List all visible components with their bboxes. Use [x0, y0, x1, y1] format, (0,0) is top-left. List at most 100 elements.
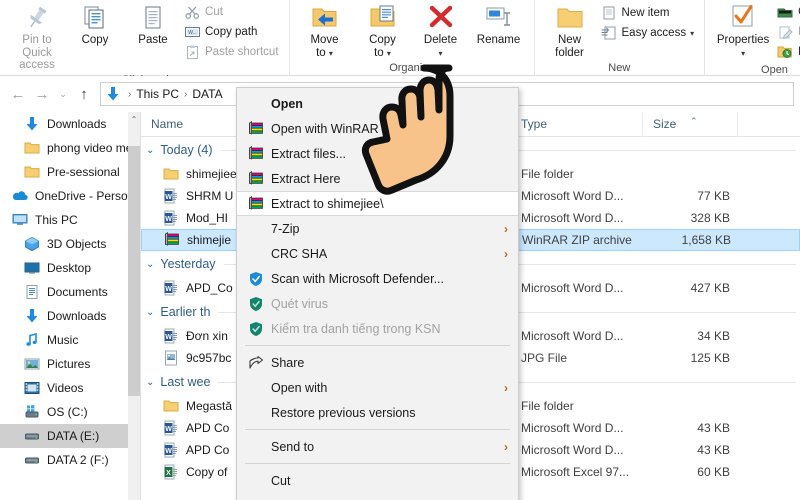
menu-item-7-zip[interactable]: 7-Zip ›	[237, 216, 518, 241]
sidebar-item-downloads[interactable]: Downloads	[0, 304, 140, 328]
edit-button[interactable]: Edit	[775, 22, 800, 42]
file-type-cell: Microsoft Word D...	[521, 421, 624, 435]
menu-item-open-with[interactable]: Open with ›	[237, 375, 518, 400]
menu-item-ki-m-tra-danh-ti-ng-trong-ksn[interactable]: Kiểm tra danh tiếng trong KSN	[237, 316, 518, 341]
pin-to-quick-access-button[interactable]: Pin to Quick access	[8, 1, 66, 72]
menu-item-open-with-winrar[interactable]: Open with WinRAR	[237, 116, 518, 141]
sidebar-item-downloads[interactable]: Downloads	[0, 112, 140, 136]
svg-text:W: W	[165, 216, 172, 223]
blank-icon	[243, 497, 269, 500]
sidebar-item-pre-sessional[interactable]: Pre-sessional	[0, 160, 140, 184]
breadcrumb-item-1[interactable]: DATA	[192, 87, 222, 101]
ribbon-group-clipboard: Pin to Quick access Copy Paste Cut W... …	[0, 0, 290, 86]
sidebar-item-3d-objects[interactable]: 3D Objects	[0, 232, 140, 256]
file-type-cell: Microsoft Word D...	[521, 443, 624, 457]
column-header-type[interactable]: Type	[511, 112, 643, 137]
recent-locations-button[interactable]: ⌄	[54, 82, 72, 106]
sidebar-item-this-pc[interactable]: This PC	[0, 208, 140, 232]
column-header-size[interactable]: Size ⌃	[643, 112, 738, 137]
file-type-cell: JPG File	[521, 351, 568, 365]
sidebar-item-documents[interactable]: Documents	[0, 280, 140, 304]
svg-text:W: W	[165, 286, 172, 293]
menu-item-share[interactable]: Share	[237, 350, 518, 375]
new-folder-button[interactable]: New folder	[541, 1, 599, 59]
menu-item-restore-previous-versions[interactable]: Restore previous versions	[237, 400, 518, 425]
forward-button[interactable]: →	[30, 82, 54, 106]
word-doc-icon: W	[161, 328, 181, 344]
file-size-cell: 43 KB	[697, 443, 730, 457]
menu-item-qu-t-virus[interactable]: Quét virus	[237, 291, 518, 316]
chevron-right-icon: ›	[504, 246, 508, 261]
sidebar-item-pictures[interactable]: Pictures	[0, 352, 140, 376]
copy-path-button[interactable]: W... Copy path	[182, 22, 283, 42]
sidebar-item-label: Pre-sessional	[47, 165, 120, 179]
menu-item-extract-to-shimejiee[interactable]: Extract to shimejiee\	[237, 191, 518, 216]
svg-text:X: X	[166, 470, 171, 477]
file-type-cell: Microsoft Word D...	[521, 329, 624, 343]
cut-button[interactable]: Cut	[182, 2, 283, 22]
file-name-label: APD Co	[186, 421, 230, 435]
scroll-up-arrow-icon[interactable]: ⌃	[128, 112, 140, 128]
pin-to-quick-access-label: Pin to Quick access	[19, 34, 55, 71]
breadcrumb-item-0[interactable]: This PC	[136, 87, 179, 101]
file-name-label: APD_Co	[186, 281, 233, 295]
sidebar-item-onedrive-person[interactable]: OneDrive - Person	[0, 184, 140, 208]
copy-to-button[interactable]: Copy to ▾	[354, 1, 412, 60]
ribbon-group-title-new: New	[608, 62, 631, 74]
menu-item-extract-here[interactable]: Extract Here	[237, 166, 518, 191]
easy-access-label: Easy access	[621, 27, 687, 39]
ribbon-group-title-organize: Organize	[389, 62, 434, 74]
file-type-cell: Microsoft Word D...	[521, 189, 624, 203]
chevron-down-icon[interactable]: ⌄	[146, 259, 154, 270]
chevron-down-icon[interactable]: ⌄	[146, 145, 154, 156]
open-button[interactable]: Open	[775, 2, 800, 22]
sidebar-item-videos[interactable]: Videos	[0, 376, 140, 400]
copy-button[interactable]: Copy	[66, 1, 124, 47]
scrollbar-thumb[interactable]	[128, 146, 140, 396]
sidebar-item-label: 3D Objects	[47, 237, 107, 251]
menu-item-copy[interactable]: Copy	[237, 493, 518, 500]
new-item-icon	[600, 5, 618, 21]
sidebar-item-label: Desktop	[47, 261, 92, 275]
menu-item-extract-files[interactable]: Extract files...	[237, 141, 518, 166]
drive-icon	[22, 428, 42, 444]
chevron-down-icon[interactable]: ⌄	[146, 377, 154, 388]
move-to-button[interactable]: Move to ▾	[296, 1, 354, 60]
menu-separator	[245, 463, 510, 464]
menu-item-crc-sha[interactable]: CRC SHA ›	[237, 241, 518, 266]
paste-button[interactable]: Paste	[124, 1, 182, 47]
easy-access-button[interactable]: Easy access ▾	[599, 23, 699, 43]
paste-shortcut-button[interactable]: Paste shortcut	[182, 42, 283, 62]
sidebar-item-data-e[interactable]: DATA (E:)	[0, 424, 140, 448]
sidebar-item-label: Documents	[47, 285, 108, 299]
sidebar-item-music[interactable]: Music	[0, 328, 140, 352]
sidebar-item-label: OneDrive - Person	[35, 189, 135, 203]
menu-item-scan-with-microsoft-defender[interactable]: Scan with Microsoft Defender...	[237, 266, 518, 291]
sidebar-item-os-c[interactable]: OS (C:)	[0, 400, 140, 424]
properties-button[interactable]: Properties ▾	[711, 1, 775, 60]
file-type-cell: File folder	[521, 167, 574, 181]
open-icon	[776, 4, 794, 20]
new-item-button[interactable]: New item	[599, 3, 699, 23]
rename-button[interactable]: Rename	[470, 1, 528, 47]
menu-item-cut[interactable]: Cut	[237, 468, 518, 493]
sidebar-item-data-2-f[interactable]: DATA 2 (F:)	[0, 448, 140, 472]
back-button[interactable]: ←	[6, 82, 30, 106]
onedrive-icon	[10, 188, 30, 204]
history-button[interactable]: History	[775, 42, 800, 62]
navigation-scrollbar[interactable]: ⌃	[128, 112, 140, 500]
sidebar-item-desktop[interactable]: Desktop	[0, 256, 140, 280]
delete-button[interactable]: Delete ▾	[412, 1, 470, 60]
context-menu[interactable]: Open Open with WinRAR Extract files... Extr…	[236, 87, 519, 500]
this-pc-icon	[10, 212, 30, 228]
up-button[interactable]: ↑	[72, 82, 96, 106]
file-name-label: Đơn xin	[186, 329, 228, 343]
menu-item-send-to[interactable]: Send to ›	[237, 434, 518, 459]
menu-separator	[245, 345, 510, 346]
sidebar-item-phong-video-me[interactable]: phong video me	[0, 136, 140, 160]
chevron-down-icon[interactable]: ⌄	[146, 307, 154, 318]
menu-item-open[interactable]: Open	[237, 91, 518, 116]
sidebar-item-label: DATA (E:)	[47, 429, 100, 443]
winrar-icon	[162, 232, 182, 248]
pictures-icon	[22, 356, 42, 372]
